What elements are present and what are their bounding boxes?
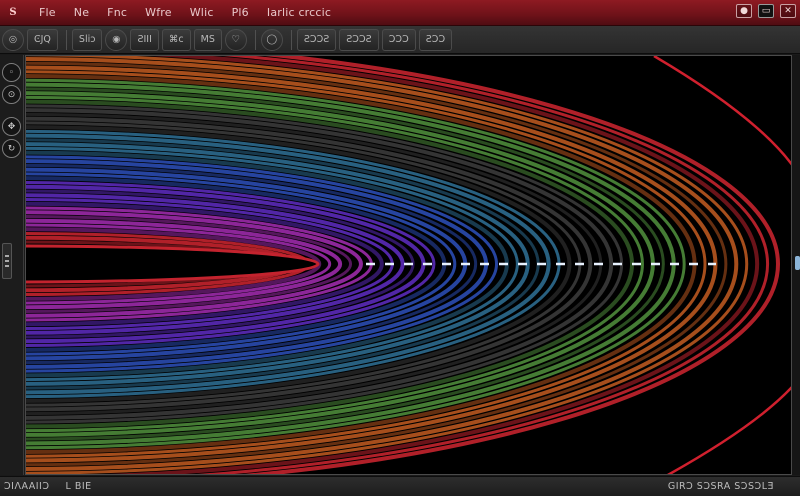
plot-canvas[interactable] [25, 55, 792, 475]
toolbar-button-4[interactable]: ƧIII [130, 28, 159, 51]
tool-sidebar: ◦ ⊙ ✥ ↻ [0, 55, 24, 475]
outer-red-arc [667, 386, 791, 474]
sidebar-resize-handle[interactable] [2, 243, 12, 279]
target-icon[interactable]: ◎ [2, 28, 24, 51]
record-icon[interactable]: ● [736, 4, 752, 18]
app-logo: S [9, 7, 17, 18]
outer-red-arc [653, 56, 791, 166]
toolbar-separator [254, 29, 256, 50]
window-controls: ● ▭ ✕ [736, 4, 796, 18]
status-mid: L BIE [65, 481, 92, 492]
toolbar-button-6[interactable]: MS [193, 28, 222, 51]
close-icon[interactable]: ✕ [780, 4, 796, 18]
menu-item-edit[interactable]: Ne [65, 6, 98, 19]
toolbar: ◎ ϾJQ Sliɔ ◉ ƧIII ⌘c MS ♡ ◯ ƧƆƆƧ ƧƆƆƧ ƆƆ… [0, 26, 800, 54]
right-panel-grip[interactable] [795, 256, 800, 270]
toolbar-separator [65, 29, 67, 50]
menu-item-view[interactable]: Wfre [136, 6, 181, 19]
toolbar-separator [290, 29, 292, 50]
zoom-icon[interactable]: ⊙ [2, 85, 21, 104]
menu-item-help[interactable]: Iarlic crccic [258, 6, 340, 19]
heart-icon[interactable]: ♡ [224, 28, 247, 51]
status-right: GIRƆ SƆSRA SƆSƆLƎ [667, 481, 774, 492]
menu-item-function[interactable]: Fnc [98, 6, 136, 19]
status-bar: ƆIΛAAIIƆ L BIE GIRƆ SƆSRA SƆSƆLƎ [0, 476, 800, 496]
toolbar-button-11[interactable]: ƆƆƆ [381, 28, 416, 51]
menu-item-window[interactable]: Wlic [181, 6, 223, 19]
menu-bar: Fle Ne Fnc Wfre Wlic Pl6 Iarlic crccic [30, 6, 340, 19]
toolbar-button-5[interactable]: ⌘c [161, 28, 191, 51]
rotate-icon[interactable]: ↻ [2, 139, 21, 158]
toolbar-button-1[interactable]: ϾJQ [27, 28, 58, 51]
plot-svg [26, 56, 791, 474]
toolbar-button-9[interactable]: ƧƆƆƧ [296, 28, 337, 51]
restore-icon[interactable]: ▭ [758, 4, 774, 18]
pointer-icon[interactable]: ◦ [2, 63, 21, 82]
toolbar-button-12[interactable]: ƧƆƆ [418, 28, 453, 51]
record-icon[interactable]: ◉ [105, 28, 128, 51]
circle-icon[interactable]: ◯ [260, 28, 283, 51]
pan-icon[interactable]: ✥ [2, 117, 21, 136]
title-bar: S Fle Ne Fnc Wfre Wlic Pl6 Iarlic crccic… [0, 0, 800, 26]
toolbar-button-10[interactable]: ƧƆƆƧ [339, 28, 379, 51]
toolbar-button-2[interactable]: Sliɔ [71, 28, 103, 51]
menu-item-file[interactable]: Fle [30, 6, 65, 19]
status-left: ƆIΛAAIIƆ [4, 481, 50, 492]
menu-item-plot[interactable]: Pl6 [223, 6, 258, 19]
